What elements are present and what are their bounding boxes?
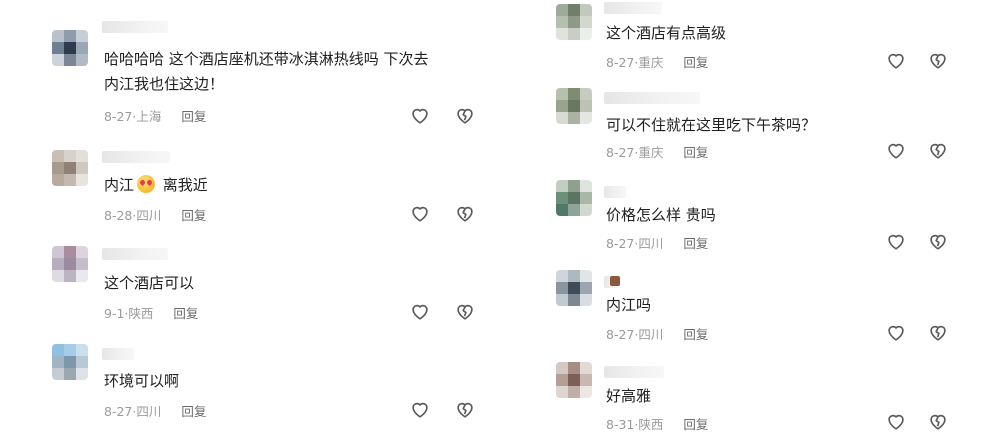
reply-button[interactable]: 回复	[173, 306, 198, 321]
comment-meta: 8-27·四川 回复	[104, 401, 206, 420]
heart-outline-icon[interactable]	[409, 300, 431, 322]
avatar[interactable]	[556, 270, 592, 306]
avatar[interactable]	[52, 30, 88, 66]
username-blurred[interactable]	[604, 2, 662, 14]
comment-date: 8-27	[104, 404, 133, 419]
heart-outline-icon[interactable]	[885, 410, 907, 432]
broken-heart-icon[interactable]	[454, 300, 476, 322]
comment-text: 环境可以啊	[104, 372, 180, 390]
broken-heart-icon[interactable]	[927, 139, 949, 161]
comment-date: 8-31	[606, 417, 635, 432]
comment-location: 重庆	[638, 55, 664, 70]
broken-heart-icon[interactable]	[454, 202, 476, 224]
username-blurred[interactable]	[604, 92, 700, 104]
heart-eyes-emoji	[137, 175, 156, 193]
comment-meta: 8-27·四川 回复	[606, 233, 708, 252]
heart-outline-icon[interactable]	[885, 230, 907, 252]
comment-meta: 8-27·重庆 回复	[606, 142, 708, 161]
reply-button[interactable]: 回复	[683, 327, 708, 342]
avatar[interactable]	[556, 180, 592, 216]
avatar[interactable]	[52, 246, 88, 282]
broken-heart-icon[interactable]	[927, 230, 949, 252]
username-blurred[interactable]	[102, 348, 134, 360]
comment-text: 好高雅	[606, 387, 652, 405]
comment-meta: 8-27·上海 回复	[104, 106, 206, 125]
heart-outline-icon[interactable]	[885, 321, 907, 343]
comment-date: 8-28	[104, 208, 133, 223]
comment-date: 8-27	[606, 327, 635, 342]
broken-heart-icon[interactable]	[454, 104, 476, 126]
avatar[interactable]	[52, 150, 88, 186]
comment-text: 价格怎么样 贵吗	[606, 206, 716, 224]
reply-button[interactable]: 回复	[683, 145, 708, 160]
comment-location: 四川	[136, 208, 162, 223]
heart-outline-icon[interactable]	[885, 49, 907, 71]
comment-text: 可以不住就在这里吃下午茶吗？	[606, 116, 817, 134]
comment-text: 哈哈哈哈 这个酒店座机还带冰淇淋热线吗 下次去 内江我也住这边！	[104, 50, 429, 93]
comment-meta: 8-31·陕西 回复	[606, 414, 708, 433]
broken-heart-icon[interactable]	[927, 321, 949, 343]
heart-outline-icon[interactable]	[409, 398, 431, 420]
username-blurred[interactable]	[604, 186, 626, 198]
comment-location: 上海	[136, 109, 162, 124]
reply-button[interactable]: 回复	[181, 208, 206, 223]
comment-date: 8-27	[606, 55, 635, 70]
comment-meta: 9-1·陕西 回复	[104, 303, 198, 322]
comment-location: 重庆	[638, 145, 664, 160]
comment-date: 9-1	[104, 306, 125, 321]
avatar[interactable]	[556, 88, 592, 124]
broken-heart-icon[interactable]	[927, 49, 949, 71]
comment-column-left: 哈哈哈哈 这个酒店座机还带冰淇淋热线吗 下次去 内江我也住这边！ 8-27·上海…	[0, 0, 500, 434]
comment-location: 陕西	[128, 306, 154, 321]
heart-outline-icon[interactable]	[885, 139, 907, 161]
avatar[interactable]	[52, 344, 88, 380]
username-blurred[interactable]	[102, 21, 168, 33]
username-blurred[interactable]	[102, 248, 168, 260]
reply-button[interactable]: 回复	[683, 236, 708, 251]
reply-button[interactable]: 回复	[683, 417, 708, 432]
username-blurred-swatch	[610, 276, 620, 286]
comment-date: 8-27	[104, 109, 133, 124]
comment-date: 8-27	[606, 145, 635, 160]
comment-date: 8-27	[606, 236, 635, 251]
reply-button[interactable]: 回复	[683, 55, 708, 70]
comment-text: 内江 离我近	[104, 173, 484, 198]
comment-text: 内江吗	[606, 296, 652, 314]
username-blurred[interactable]	[604, 366, 664, 378]
username-blurred[interactable]	[102, 151, 170, 163]
broken-heart-icon[interactable]	[454, 398, 476, 420]
comment-column-right: 这个酒店有点高级 8-27·重庆 回复 可以不住就在这里吃下午茶吗？ 8-27·…	[500, 0, 1000, 434]
broken-heart-icon[interactable]	[927, 410, 949, 432]
avatar[interactable]	[556, 362, 592, 398]
comment-meta: 8-28·四川 回复	[104, 205, 206, 224]
comment-location: 陕西	[638, 417, 664, 432]
comment-location: 四川	[638, 327, 664, 342]
reply-button[interactable]: 回复	[181, 404, 206, 419]
comment-meta: 8-27·四川 回复	[606, 324, 708, 343]
comment-text-part: 离我近	[158, 176, 208, 194]
comment-location: 四川	[638, 236, 664, 251]
reply-button[interactable]: 回复	[181, 109, 206, 124]
comment-text: 这个酒店可以	[104, 274, 195, 292]
comment-meta: 8-27·重庆 回复	[606, 52, 708, 71]
heart-outline-icon[interactable]	[409, 202, 431, 224]
comment-text: 这个酒店有点高级	[606, 24, 727, 42]
comment-location: 四川	[136, 404, 162, 419]
comment-text-part: 内江	[104, 176, 135, 194]
heart-outline-icon[interactable]	[409, 104, 431, 126]
avatar[interactable]	[556, 4, 592, 40]
